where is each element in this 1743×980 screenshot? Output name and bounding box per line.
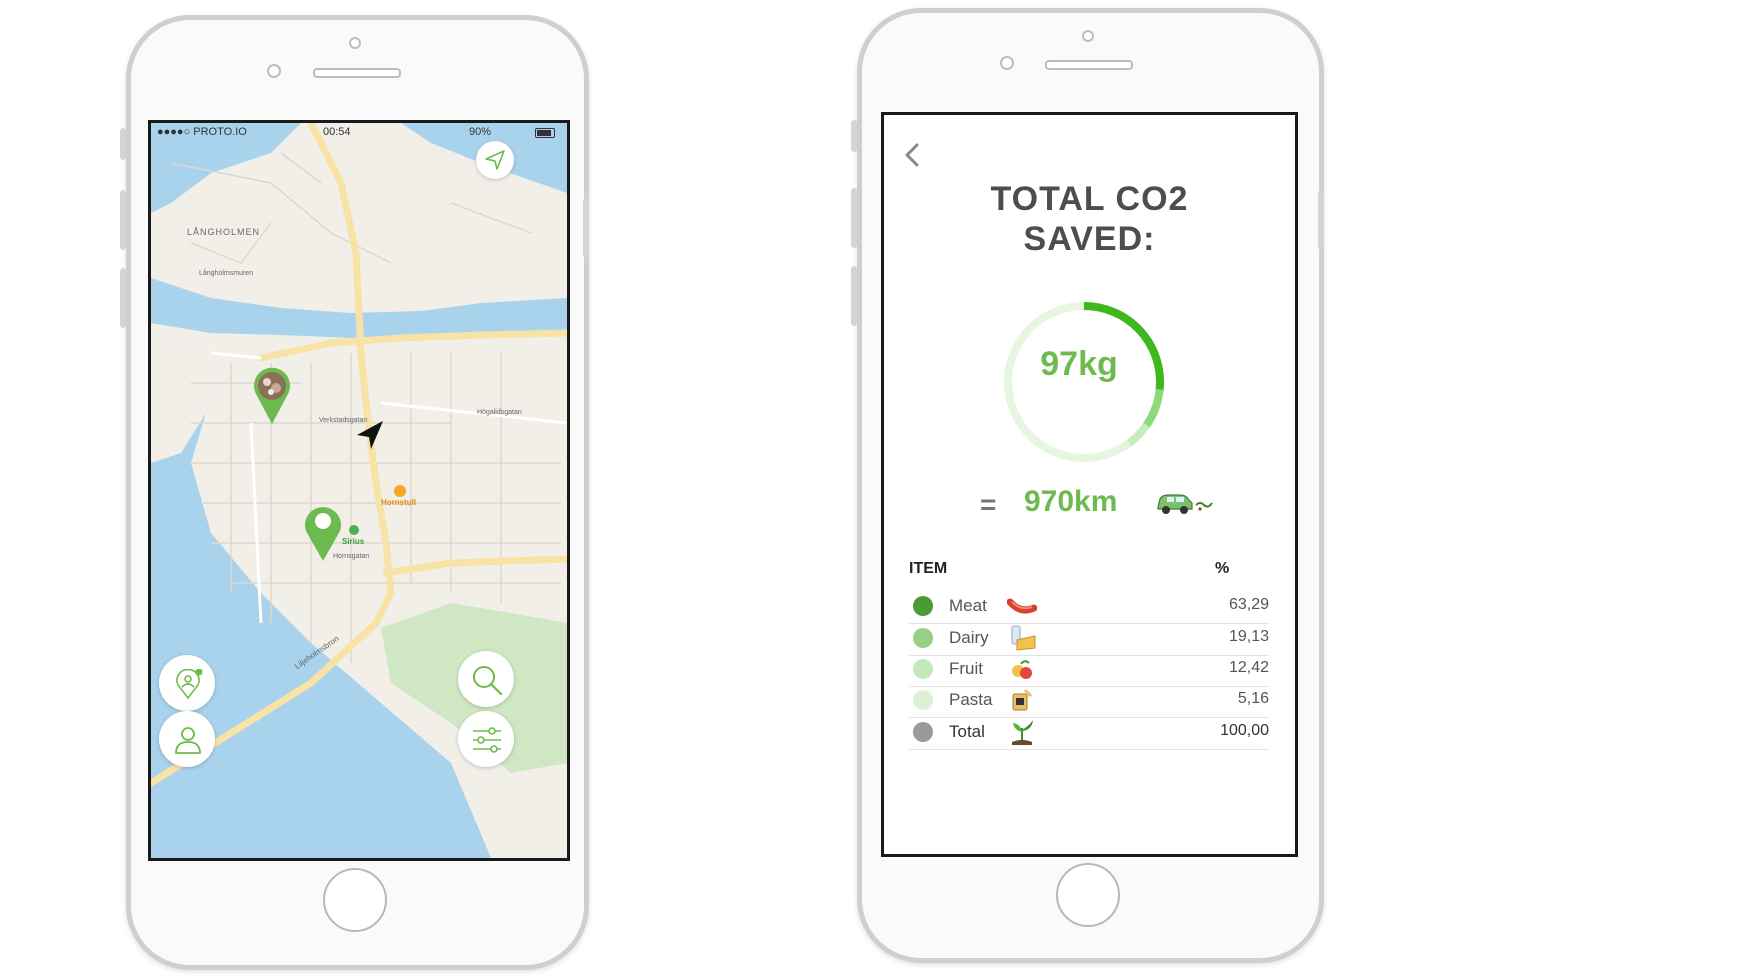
map-label-langholmen: LÅNGHOLMEN bbox=[187, 227, 261, 237]
row-value: 12,42 bbox=[1228, 659, 1269, 676]
map-label-hogalidsgatan: Högalidsgatan bbox=[477, 409, 522, 416]
row-name: Pasta bbox=[949, 690, 993, 709]
donut-segment bbox=[1143, 389, 1164, 428]
equals-sign: = bbox=[980, 489, 997, 520]
chevron-left-icon[interactable] bbox=[904, 143, 920, 167]
user-location-arrow-icon bbox=[357, 421, 383, 449]
sliders-icon bbox=[473, 727, 501, 753]
location-pin-marker-icon[interactable] bbox=[303, 503, 343, 563]
row-value: 100,00 bbox=[1220, 722, 1269, 739]
table-header-item: ITEM bbox=[909, 560, 948, 577]
front-camera bbox=[267, 64, 281, 78]
mute-switch bbox=[851, 120, 857, 152]
car-icon bbox=[1157, 494, 1213, 514]
sprout-icon bbox=[1012, 720, 1033, 745]
meat-color-dot bbox=[913, 596, 933, 616]
nearby-people-button[interactable] bbox=[159, 655, 215, 711]
volume-up-button bbox=[120, 190, 126, 250]
table-row: Meat 63,29 bbox=[909, 589, 1269, 624]
row-value: 19,13 bbox=[1228, 628, 1269, 645]
front-camera bbox=[1000, 56, 1014, 70]
row-value: 5,16 bbox=[1237, 690, 1269, 707]
home-button[interactable] bbox=[1056, 863, 1120, 927]
poi-label-hornstull: Hornstull bbox=[381, 498, 417, 507]
power-button bbox=[583, 198, 589, 258]
speaker-grille bbox=[1045, 60, 1133, 70]
status-bar: ●●●●○ PROTO.IO 00:54 90% bbox=[151, 123, 567, 143]
donut-segment bbox=[1126, 422, 1150, 447]
carrier-label: ●●●●○ PROTO.IO bbox=[157, 126, 247, 138]
dairy-icon bbox=[1011, 625, 1036, 651]
row-name: Total bbox=[949, 722, 985, 741]
poi-label-sirius: Sirius bbox=[342, 537, 365, 546]
photo-pin-marker-icon[interactable] bbox=[252, 366, 292, 426]
donut-segment bbox=[1118, 439, 1132, 453]
home-button[interactable] bbox=[323, 868, 387, 932]
proximity-sensor bbox=[349, 37, 361, 49]
table-header-percent: % bbox=[1215, 560, 1230, 577]
table-row: Total 100,00 bbox=[909, 715, 1269, 750]
page-title-line1: TOTAL CO2 bbox=[990, 180, 1189, 218]
search-icon bbox=[473, 666, 502, 695]
volume-down-button bbox=[851, 266, 857, 326]
location-person-icon bbox=[176, 669, 203, 699]
page-title-line2: SAVED: bbox=[1023, 220, 1156, 258]
table-row: Fruit 12,42 bbox=[909, 652, 1269, 687]
restaurant-poi-icon[interactable] bbox=[394, 485, 406, 497]
table-row: Pasta 5,16 bbox=[909, 683, 1269, 718]
profile-button[interactable] bbox=[159, 711, 215, 767]
user-icon bbox=[175, 727, 201, 754]
map-label-langholmsmuren: Långholmsmuren bbox=[199, 270, 254, 277]
fruit-color-dot bbox=[913, 659, 933, 679]
fruit-icon bbox=[1012, 660, 1032, 679]
map-screen: LÅNGHOLMEN Långholmsmuren Verkstadsgatan… bbox=[148, 120, 570, 861]
shop-poi-icon[interactable] bbox=[349, 525, 359, 535]
navigation-arrow-icon bbox=[485, 150, 505, 170]
mute-switch bbox=[120, 128, 126, 160]
row-name: Meat bbox=[949, 596, 987, 615]
volume-down-button bbox=[120, 268, 126, 328]
co2-summary-screen: TOTAL CO2 SAVED: 97kg = 970km ITEM % Mea… bbox=[881, 112, 1298, 857]
battery-icon bbox=[535, 128, 555, 138]
battery-label: 90% bbox=[469, 126, 492, 138]
clock-label: 00:54 bbox=[323, 126, 351, 138]
pasta-color-dot bbox=[913, 690, 933, 710]
row-value: 63,29 bbox=[1228, 596, 1269, 613]
dairy-color-dot bbox=[913, 628, 933, 648]
row-name: Fruit bbox=[949, 659, 983, 678]
total-color-dot bbox=[913, 722, 933, 742]
power-button bbox=[1318, 190, 1324, 250]
row-name: Dairy bbox=[949, 628, 989, 647]
proximity-sensor bbox=[1082, 30, 1094, 42]
co2-total-value: 97kg bbox=[1040, 345, 1118, 383]
sausage-icon bbox=[1007, 598, 1037, 614]
distance-equivalent: 970km bbox=[1024, 485, 1118, 518]
table-row: Dairy 19,13 bbox=[909, 621, 1269, 656]
locate-me-button[interactable] bbox=[476, 141, 514, 179]
speaker-grille bbox=[313, 68, 401, 78]
search-button[interactable] bbox=[458, 651, 514, 707]
filters-button[interactable] bbox=[458, 711, 514, 767]
pasta-icon bbox=[1012, 688, 1033, 711]
volume-up-button bbox=[851, 188, 857, 248]
